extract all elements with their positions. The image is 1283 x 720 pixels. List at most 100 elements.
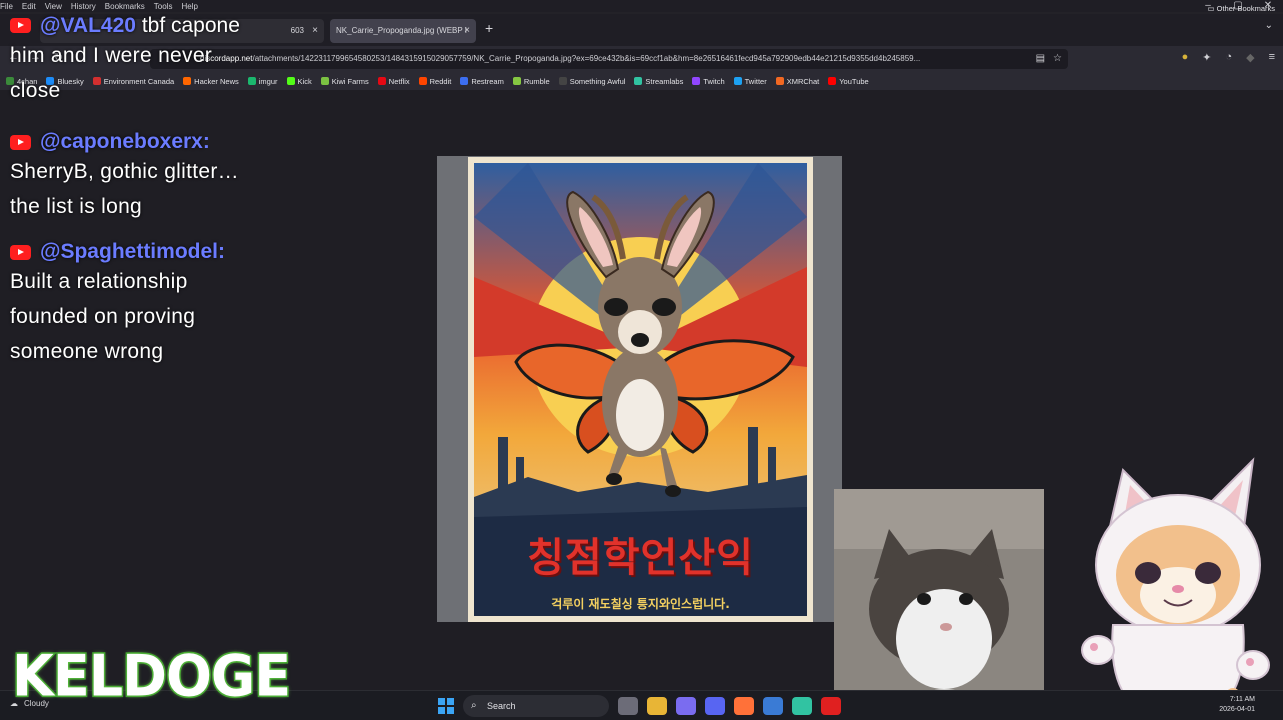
menu-bookmarks[interactable]: Bookmarks — [105, 2, 145, 11]
chat-username: @Spaghettimodel — [40, 240, 218, 263]
chat-text-line: him and I were never — [10, 44, 213, 67]
bookmark-reddit[interactable]: Reddit — [418, 76, 452, 86]
clock-time: 7:11 AM — [1229, 696, 1255, 703]
bookmark-label: Restream — [471, 76, 504, 86]
bookmark-label: Rumble — [523, 76, 550, 86]
tab-close-icon[interactable]: × — [312, 19, 318, 43]
screen: File Edit View History Bookmarks Tools H… — [0, 0, 1283, 720]
search-icon: ⌕ — [471, 700, 477, 711]
bookmark-netflix[interactable]: Netflix — [377, 76, 410, 86]
bookmark-xmrchat[interactable]: XMRChat — [775, 76, 820, 86]
app-icon[interactable] — [763, 697, 783, 715]
bookmark-favicon-icon — [460, 77, 469, 85]
bookmark-label: YouTube — [839, 76, 869, 86]
bookmark-twitter[interactable]: Twitter — [733, 77, 767, 86]
task-view-icon[interactable] — [618, 697, 638, 715]
chat-username: @VAL420 — [40, 14, 136, 37]
chat-text-line: founded on proving — [10, 305, 196, 328]
channel-logo: KELDOGE — [10, 641, 292, 710]
bookmark-label: Streamlabs — [645, 76, 684, 86]
menu-help[interactable]: Help — [181, 2, 197, 11]
vtuber-illustration — [1081, 457, 1270, 720]
menu-history[interactable]: History — [71, 2, 96, 11]
bookmark-favicon-icon — [377, 77, 386, 85]
hamburger-menu-icon[interactable]: ≡ — [1269, 51, 1275, 64]
bookmark-favicon-icon — [775, 77, 784, 85]
tab-active-label: NK_Carrie_Propoganda.jpg (WEBP I — [336, 26, 468, 35]
url-path: /attachments/1422311799654580253/1484315… — [252, 54, 921, 63]
bookmark-kiwi-farms[interactable]: Kiwi Farms — [320, 76, 369, 86]
bookmark-something-awful[interactable]: Something Awful — [558, 76, 626, 86]
bookmark-favicon-icon — [692, 77, 701, 85]
account-icon[interactable]: ◔ — [1225, 51, 1232, 64]
bookmark-twitch[interactable]: Twitch — [692, 76, 725, 86]
menu-view[interactable]: View — [45, 2, 62, 11]
chat-message: @caponeboxerx: SherryB, gothic glitter… … — [10, 130, 310, 224]
cat-photo — [834, 489, 1044, 720]
vtuber-avatar — [1068, 455, 1283, 720]
reader-view-icon[interactable]: ▤ — [1036, 49, 1045, 69]
bookmark-label: Reddit — [429, 76, 452, 86]
chat-text-line: close — [10, 79, 61, 102]
new-tab-button[interactable]: + — [485, 20, 493, 36]
bookmark-streamlabs[interactable]: Streamlabs — [634, 77, 683, 86]
youtube-app-icon[interactable] — [821, 697, 841, 715]
chat-message: @Spaghettimodel: Built a relationship fo… — [10, 240, 310, 369]
bookmark-youtube[interactable]: YouTube — [828, 76, 869, 86]
toolbar-right: ● ✦ ◔ ◆ ≡ — [1182, 51, 1275, 64]
chat-message: @VAL420 tbf capone him and I were never … — [10, 14, 310, 108]
file-explorer-icon[interactable] — [647, 697, 667, 715]
clock-date: 2026-04-01 — [1219, 706, 1255, 713]
tab-close-icon[interactable]: × — [464, 19, 470, 43]
tab-list-icon[interactable]: ⌄ — [1265, 20, 1273, 31]
taskbar-apps — [618, 697, 841, 715]
menu-bar: File Edit View History Bookmarks Tools H… — [0, 0, 1283, 12]
bookmark-favicon-icon — [512, 77, 521, 85]
bookmark-label: Something Awful — [569, 76, 626, 86]
youtube-icon — [10, 244, 31, 260]
chat-text-line: Built a relationship — [10, 270, 188, 293]
bookmark-favicon-icon — [418, 77, 427, 85]
bookmark-label: Netflix — [388, 76, 410, 86]
firefox-icon[interactable] — [734, 697, 754, 715]
menu-edit[interactable]: Edit — [22, 2, 36, 11]
taskbar-search-label: Search — [487, 701, 516, 711]
menu-tools[interactable]: Tools — [154, 2, 173, 11]
bookmark-favicon-icon — [558, 77, 567, 85]
shield-icon[interactable]: ◆ — [1246, 51, 1254, 64]
folder-icon: ▭ — [1207, 4, 1215, 13]
copilot-icon[interactable] — [676, 697, 696, 715]
bookmark-favicon-icon — [733, 77, 742, 85]
start-button[interactable] — [438, 698, 454, 714]
bookmark-star-icon[interactable]: ☆ — [1053, 49, 1062, 69]
bookmark-favicon-icon — [828, 77, 837, 85]
chat-text-line: tbf capone — [141, 14, 240, 37]
bookmark-rumble[interactable]: Rumble — [512, 76, 550, 86]
poster-title: 칭점학언산익 — [527, 535, 754, 581]
chat-text-line: SherryB, gothic glitter… — [10, 160, 239, 183]
poster-subtitle: 걱루이 재도칠싱 틍지와인스럽니다. — [551, 597, 730, 611]
extension-icon[interactable]: ● — [1182, 51, 1189, 64]
discord-icon[interactable] — [705, 697, 725, 715]
extensions-puzzle-icon[interactable]: ✦ — [1202, 51, 1211, 64]
chat-text-line: the list is long — [10, 195, 143, 218]
menu-file[interactable]: File — [0, 2, 13, 11]
youtube-icon — [10, 134, 31, 150]
bookmark-label: Twitch — [703, 76, 725, 86]
bookmark-favicon-icon — [634, 77, 643, 85]
other-bookmarks-label: Other Bookmarks — [1216, 4, 1275, 13]
bookmark-restream[interactable]: Restream — [460, 77, 504, 86]
tab-active[interactable]: NK_Carrie_Propoganda.jpg (WEBP I × — [330, 19, 476, 43]
bookmark-label: Kiwi Farms — [331, 76, 369, 86]
other-bookmarks[interactable]: ▭ Other Bookmarks — [1207, 4, 1275, 13]
taskbar-search[interactable]: ⌕ Search — [463, 695, 609, 717]
webcam-cat-overlay: m6o — [834, 489, 1044, 720]
system-clock[interactable]: 7:11 AM 2026-04-01 — [1219, 695, 1255, 715]
windows-logo-icon — [438, 698, 445, 705]
bookmark-label: XMRChat — [786, 76, 820, 86]
url-icons: ▤ ☆ — [1036, 49, 1062, 69]
poster-image[interactable]: 칭점학언산익 걱루이 재도칠싱 틍지와인스럽니다. — [468, 157, 813, 622]
bookmark-favicon-icon — [320, 77, 329, 85]
streamlabs-icon[interactable] — [792, 697, 812, 715]
chat-username: @caponeboxerx — [40, 130, 203, 153]
